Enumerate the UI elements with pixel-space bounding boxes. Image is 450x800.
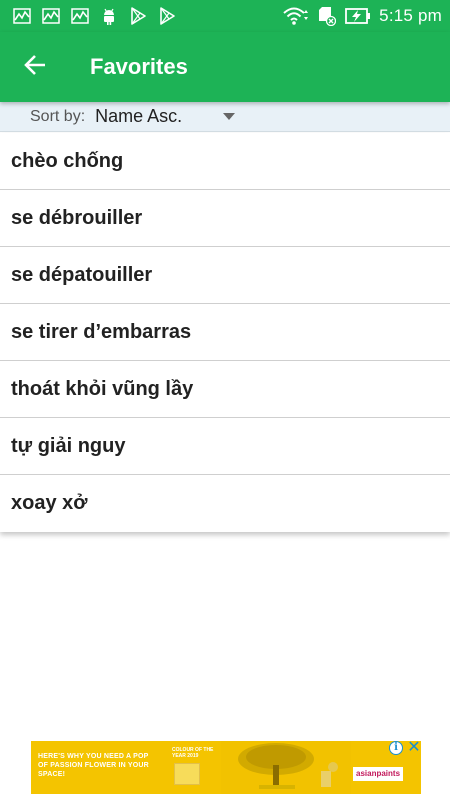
list-item[interactable]: se dépatouiller xyxy=(0,247,450,304)
info-icon[interactable]: i xyxy=(389,741,403,755)
chart-icon xyxy=(12,6,32,26)
android-icon xyxy=(99,6,119,26)
ad-subtext: COLOUR OF THE YEAR 2019 xyxy=(172,747,214,759)
list-item[interactable]: se tirer d’embarras xyxy=(0,304,450,361)
system-icons: 5:15 pm xyxy=(283,6,442,26)
list-item-label: tự giải nguy xyxy=(11,434,126,457)
list-item-label: se débrouiller xyxy=(11,206,143,229)
ad-color-swatch xyxy=(174,763,200,785)
ad-brand-logo: asianpaints xyxy=(353,767,404,781)
ad-banner[interactable]: HERE'S WHY YOU NEED A POP OF PASSION FLO… xyxy=(31,741,421,794)
status-bar: 5:15 pm xyxy=(0,0,450,32)
list-item-label: thoát khỏi vũng lầy xyxy=(11,377,194,400)
status-time: 5:15 pm xyxy=(379,6,442,25)
close-icon[interactable]: ✕ xyxy=(407,740,421,756)
list-item-label: se tirer d’embarras xyxy=(11,320,192,343)
list-item-label: se dépatouiller xyxy=(11,263,153,286)
ad-headline: HERE'S WHY YOU NEED A POP OF PASSION FLO… xyxy=(38,753,149,778)
sort-label: Sort by: xyxy=(30,107,86,125)
sort-bar: Sort by: Name Asc. xyxy=(0,102,450,132)
favorites-list: chèo chống se débrouiller se dépatouille… xyxy=(0,133,450,532)
ad-tree-image xyxy=(221,741,351,794)
app-bar: Favorites xyxy=(0,32,450,102)
notification-icons xyxy=(12,6,177,26)
list-item[interactable]: xoay xở xyxy=(0,475,450,532)
list-item-label: chèo chống xyxy=(11,149,124,172)
play-store-icon xyxy=(157,6,177,26)
play-store-icon xyxy=(128,6,148,26)
chart-icon xyxy=(70,6,90,26)
list-item[interactable]: chèo chống xyxy=(0,133,450,190)
dropdown-arrow-icon xyxy=(223,113,236,120)
back-button[interactable] xyxy=(0,32,70,102)
list-item[interactable]: thoát khỏi vũng lầy xyxy=(0,361,450,418)
list-item[interactable]: tự giải nguy xyxy=(0,418,450,475)
sort-dropdown[interactable]: Name Asc. xyxy=(95,106,236,127)
arrow-left-icon xyxy=(24,54,46,81)
chart-icon xyxy=(41,6,61,26)
page-title: Favorites xyxy=(90,54,188,79)
wifi-icon xyxy=(283,6,309,26)
sort-value: Name Asc. xyxy=(95,106,183,126)
battery-charging-icon xyxy=(345,6,371,26)
list-item-label: xoay xở xyxy=(11,492,88,514)
sd-card-icon xyxy=(317,6,337,26)
list-item[interactable]: se débrouiller xyxy=(0,190,450,247)
